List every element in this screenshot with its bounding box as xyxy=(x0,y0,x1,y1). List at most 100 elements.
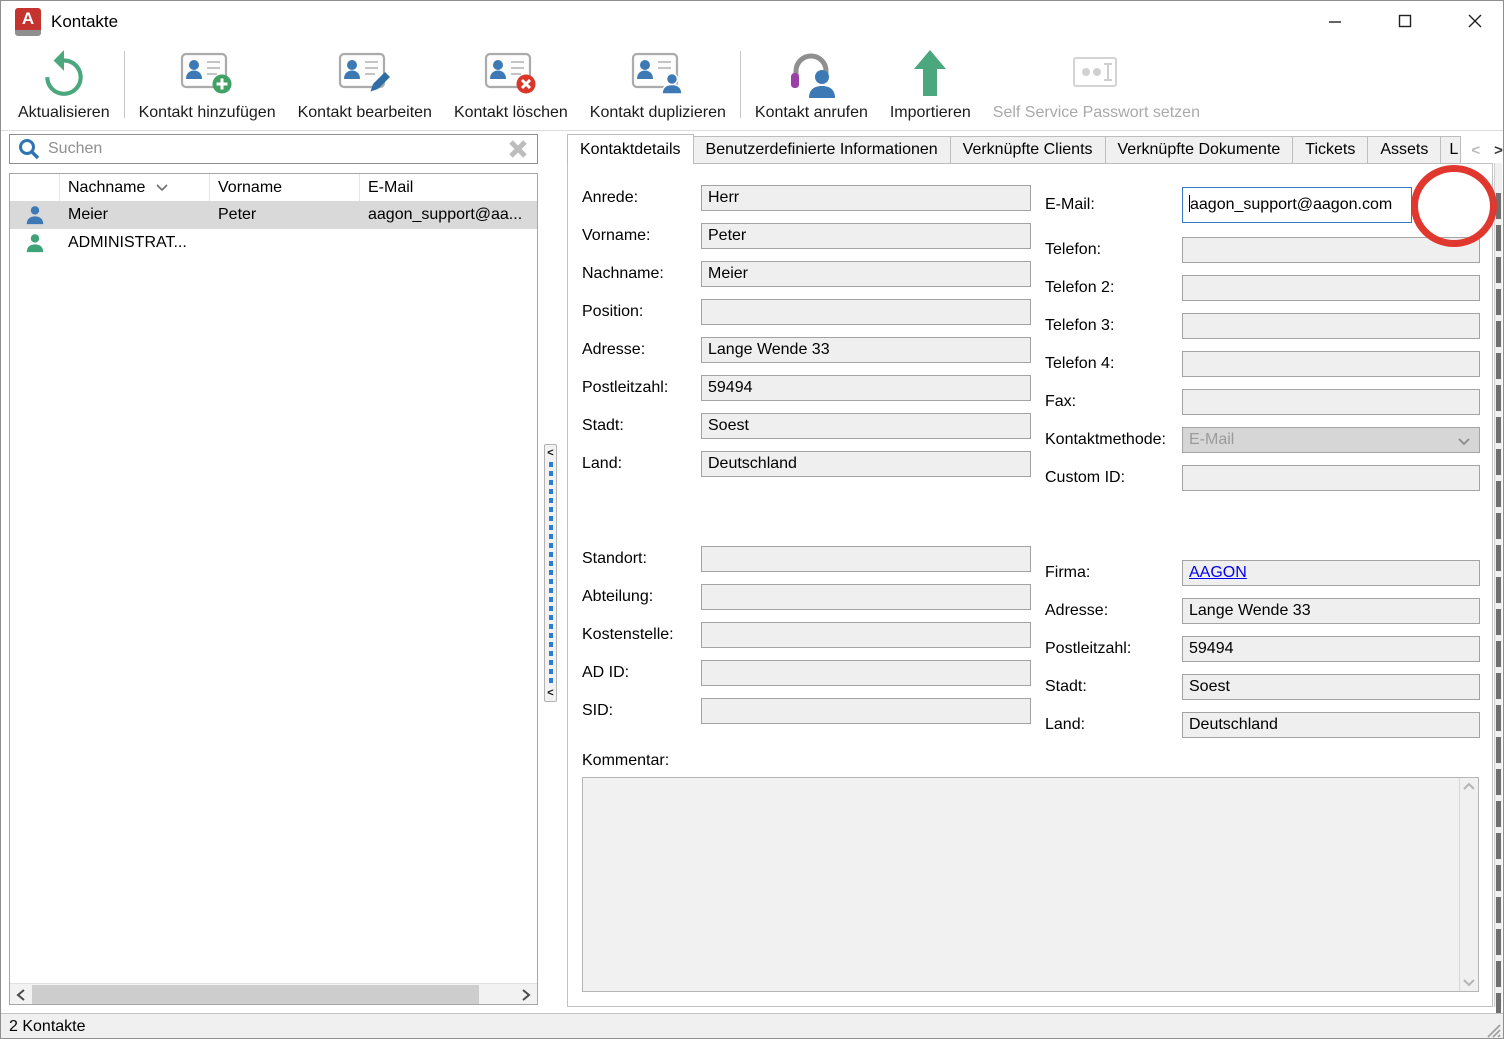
scroll-left-icon[interactable] xyxy=(10,984,32,1005)
nachname-label: Nachname: xyxy=(582,261,664,287)
kostenstelle-field[interactable] xyxy=(701,622,1031,648)
tab-benutzerdefinierte-informationen[interactable]: Benutzerdefinierte Informationen xyxy=(694,136,951,164)
annotation-circle xyxy=(1411,165,1497,247)
resize-grip-icon[interactable] xyxy=(1485,1022,1501,1038)
scroll-down-icon[interactable] xyxy=(1462,978,1476,987)
custom-id-label: Custom ID: xyxy=(1045,465,1125,491)
contact-duplicate-icon xyxy=(631,47,685,99)
postleitzahl-field[interactable]: 59494 xyxy=(701,375,1031,401)
contact-edit-icon xyxy=(338,47,392,99)
kommentar-label: Kommentar: xyxy=(582,752,669,770)
adresse-field[interactable]: Lange Wende 33 xyxy=(701,337,1031,363)
close-icon xyxy=(1468,14,1482,28)
tab-scroll-left-icon: < xyxy=(1471,142,1480,159)
edit-contact-button[interactable]: Kontakt bearbeiten xyxy=(287,45,443,126)
password-field-icon xyxy=(1073,47,1119,99)
title-bar: A Kontakte xyxy=(1,1,1503,41)
tab-verknuepfte-clients[interactable]: Verknüpfte Clients xyxy=(951,136,1106,164)
duplicate-contact-button[interactable]: Kontakt duplizieren xyxy=(579,45,737,126)
refresh-icon xyxy=(39,47,89,99)
contact-add-icon xyxy=(180,47,234,99)
position-field[interactable] xyxy=(701,299,1031,325)
standort-field[interactable] xyxy=(701,546,1031,572)
sid-label: SID: xyxy=(582,698,613,724)
minimize-icon xyxy=(1328,14,1342,28)
sid-field[interactable] xyxy=(701,698,1031,724)
firma-stadt-label: Stadt: xyxy=(1045,674,1087,700)
anrede-field[interactable]: Herr xyxy=(701,185,1031,211)
table-row[interactable]: Meier Peter aagon_support@aa... xyxy=(10,201,537,229)
add-contact-button[interactable]: Kontakt hinzufügen xyxy=(128,45,287,126)
kontaktmethode-dropdown[interactable]: E-Mail xyxy=(1182,427,1480,453)
tab-tickets[interactable]: Tickets xyxy=(1293,136,1368,164)
tab-kontaktdetails[interactable]: Kontaktdetails xyxy=(567,134,694,164)
abteilung-label: Abteilung: xyxy=(582,584,653,610)
comment-scrollbar[interactable] xyxy=(1459,778,1478,991)
firma-label: Firma: xyxy=(1045,560,1090,586)
close-button[interactable] xyxy=(1461,7,1489,35)
person-icon xyxy=(10,232,60,254)
tab-assets[interactable]: Assets xyxy=(1368,136,1441,164)
nachname-field[interactable]: Meier xyxy=(701,261,1031,287)
clear-search-icon[interactable] xyxy=(507,138,529,160)
telefon2-field[interactable] xyxy=(1182,275,1480,301)
ad-id-field[interactable] xyxy=(701,660,1031,686)
scroll-right-icon[interactable] xyxy=(515,984,537,1005)
telefon4-field[interactable] xyxy=(1182,351,1480,377)
minimize-button[interactable] xyxy=(1321,7,1349,35)
cell-email: aagon_support@aa... xyxy=(360,206,537,224)
import-arrow-icon xyxy=(912,47,948,99)
icon-column-header[interactable] xyxy=(10,174,60,201)
scroll-up-icon[interactable] xyxy=(1462,782,1476,791)
vorname-field[interactable]: Peter xyxy=(701,223,1031,249)
firma-land-label: Land: xyxy=(1045,712,1085,738)
telefon3-field[interactable] xyxy=(1182,313,1480,339)
telefon3-label: Telefon 3: xyxy=(1045,313,1114,339)
fax-label: Fax: xyxy=(1045,389,1076,415)
table-row[interactable]: ADMINISTRAT... xyxy=(10,229,537,257)
firma-link[interactable]: AAGON xyxy=(1189,564,1247,581)
delete-contact-button[interactable]: Kontakt löschen xyxy=(443,45,579,126)
tab-scroll-right-icon[interactable]: > xyxy=(1494,142,1503,159)
kommentar-textarea[interactable] xyxy=(582,777,1479,992)
sort-descending-icon xyxy=(155,183,169,192)
firma-postleitzahl-label: Postleitzahl: xyxy=(1045,636,1131,662)
land-field[interactable]: Deutschland xyxy=(701,451,1031,477)
custom-id-field[interactable] xyxy=(1182,465,1480,491)
aagon-logo-icon: A xyxy=(15,8,41,30)
panel-splitter[interactable]: < < xyxy=(544,444,557,702)
collapse-left-icon[interactable]: < xyxy=(547,688,553,698)
abteilung-field[interactable] xyxy=(701,584,1031,610)
right-edge-splitter[interactable] xyxy=(1494,163,1502,1007)
refresh-button[interactable]: Aktualisieren xyxy=(7,45,121,126)
call-contact-button[interactable]: Kontakt anrufen xyxy=(744,45,879,126)
column-header-email[interactable]: E-Mail xyxy=(360,174,537,201)
toolbar: Aktualisieren Kontakt hinzufügen xyxy=(1,41,1503,131)
firma-stadt-field[interactable]: Soest xyxy=(1182,674,1480,700)
splitter-handle[interactable] xyxy=(549,462,553,684)
contact-details-panel: Anrede:Herr Vorname:Peter Nachname:Meier… xyxy=(567,163,1493,1007)
stadt-field[interactable]: Soest xyxy=(701,413,1031,439)
firma-postleitzahl-field[interactable]: 59494 xyxy=(1182,636,1480,662)
firma-adresse-label: Adresse: xyxy=(1045,598,1108,624)
email-field[interactable]: aagon_support@aagon.com xyxy=(1182,187,1412,223)
firma-land-field[interactable]: Deutschland xyxy=(1182,712,1480,738)
firma-field: AAGON xyxy=(1182,560,1480,586)
column-header-vorname[interactable]: Vorname xyxy=(210,174,360,201)
firma-adresse-field[interactable]: Lange Wende 33 xyxy=(1182,598,1480,624)
tab-verknuepfte-dokumente[interactable]: Verknüpfte Dokumente xyxy=(1106,136,1294,164)
headset-icon xyxy=(784,47,838,99)
horizontal-scrollbar[interactable] xyxy=(10,983,537,1004)
maximize-button[interactable] xyxy=(1391,7,1419,35)
search-input[interactable] xyxy=(46,139,507,159)
tab-bar: Kontaktdetails Benutzerdefinierte Inform… xyxy=(567,134,1503,164)
tab-truncated[interactable]: L xyxy=(1441,136,1461,164)
adresse-label: Adresse: xyxy=(582,337,645,363)
fax-field[interactable] xyxy=(1182,389,1480,415)
self-service-password-button: Self Service Passwort setzen xyxy=(982,45,1211,126)
scrollbar-thumb[interactable] xyxy=(32,985,479,1004)
column-header-nachname[interactable]: Nachname xyxy=(60,174,210,201)
toolbar-separator xyxy=(740,51,741,118)
collapse-left-icon[interactable]: < xyxy=(547,448,553,458)
import-button[interactable]: Importieren xyxy=(879,45,982,126)
